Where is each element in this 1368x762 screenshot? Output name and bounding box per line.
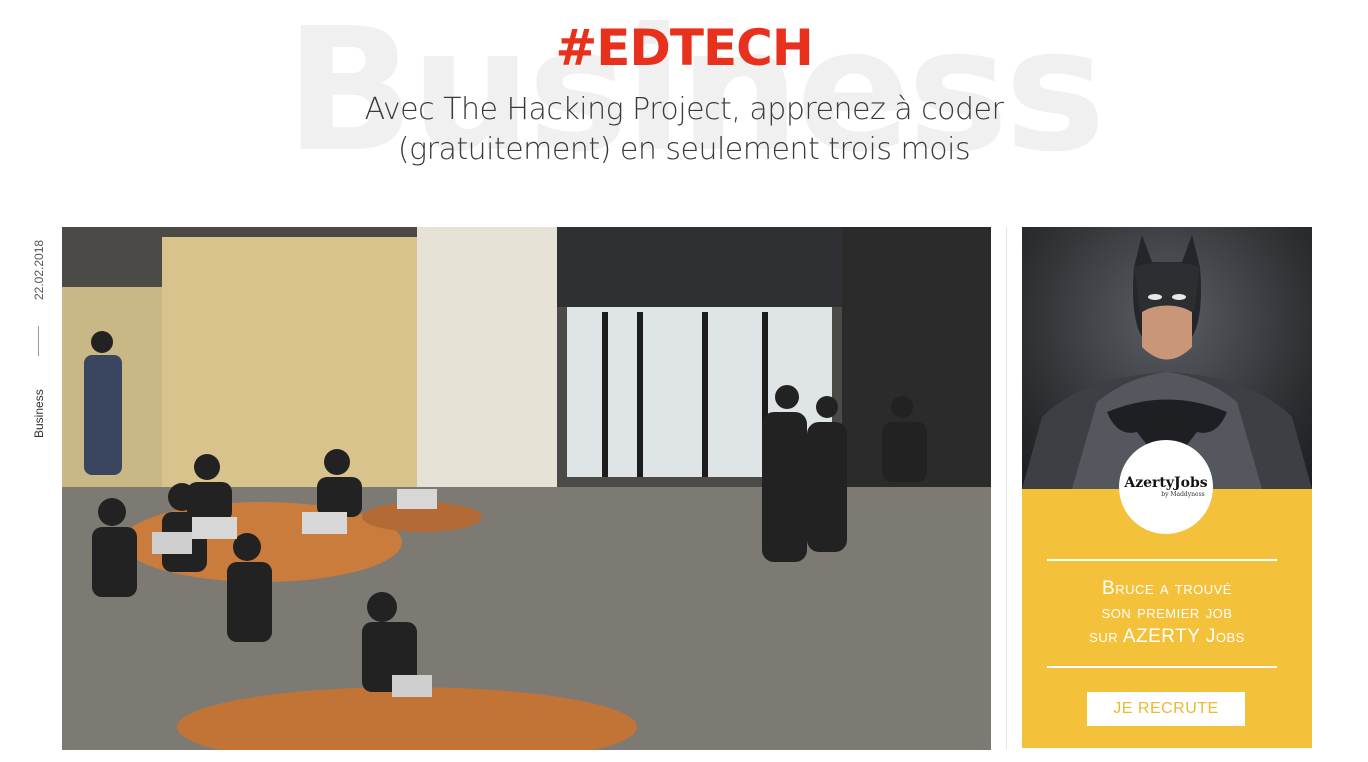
ad-message-line-1: Bruce a trouvé [1102, 578, 1232, 599]
ad-message: Bruce a trouvé son premier job sur AZERT… [1042, 577, 1292, 649]
publish-date: 22.02.2018 [32, 239, 46, 300]
ad-message-line-2: son premier job [1101, 602, 1233, 623]
ad-divider-bottom [1047, 666, 1277, 668]
sidebar-ad[interactable]: AzertyJobs by Maddyness Bruce a trouvé s… [1022, 227, 1312, 748]
azertyjobs-logo: AzertyJobs by Maddyness [1119, 440, 1213, 534]
je-recrute-button[interactable]: JE RECRUTE [1087, 692, 1245, 726]
content-divider [1006, 227, 1007, 750]
hero-photo-illustration [62, 227, 991, 750]
category-link[interactable]: Business [32, 389, 46, 438]
logo-name: AzertyJobs [1124, 475, 1208, 491]
headline-line-1: Avec The Hacking Project, apprenez à cod… [364, 92, 1004, 127]
logo-subtitle: by Maddyness [1161, 491, 1205, 498]
hero-image [62, 227, 991, 750]
article-headline: Avec The Hacking Project, apprenez à cod… [250, 90, 1118, 170]
ad-message-line-3: sur AZERTY Jobs [1089, 626, 1245, 647]
ad-divider-top [1047, 559, 1277, 561]
meta-divider [38, 326, 39, 356]
headline-line-2: (gratuitement) en seulement trois mois [397, 132, 971, 167]
hashtag-title[interactable]: #EDTECH [0, 20, 1368, 76]
article-meta: 22.02.2018 Business [28, 228, 50, 448]
